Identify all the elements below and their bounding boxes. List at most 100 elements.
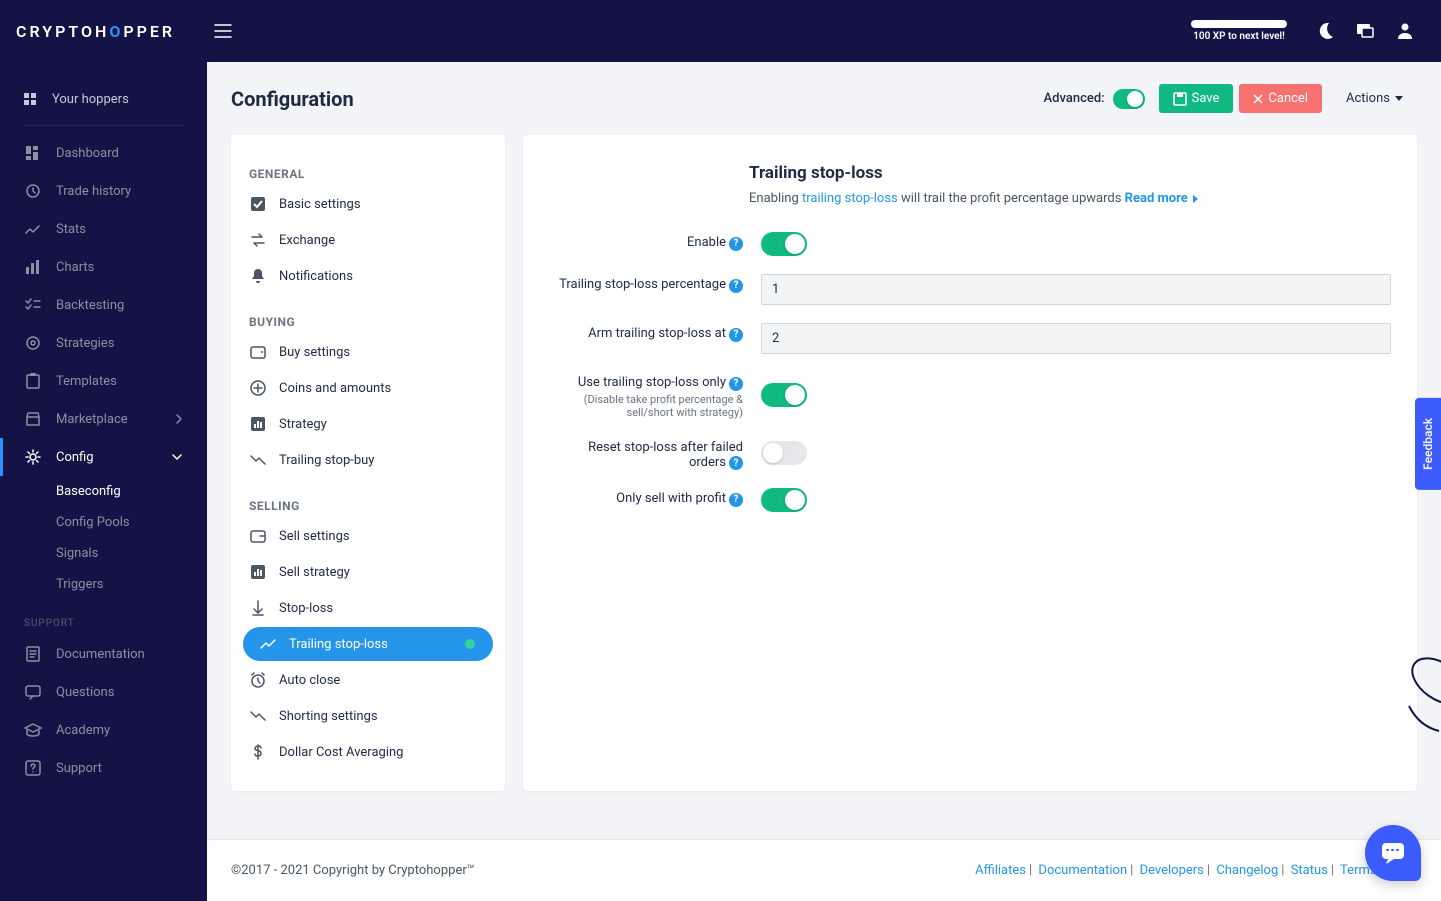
arm-tsl-input[interactable] <box>761 323 1391 354</box>
sidebar-item-label: Marketplace <box>56 412 128 427</box>
xp-area: 100 XP to next level! <box>1191 20 1287 42</box>
subnav-section-general: GENERAL <box>231 161 505 185</box>
bar-chart-square-icon <box>250 416 266 432</box>
tsl-only-toggle[interactable] <box>761 383 807 407</box>
sidebar-item-academy[interactable]: Academy <box>0 711 207 749</box>
only-sell-profit-toggle[interactable] <box>761 488 807 512</box>
help-icon[interactable]: ? <box>729 377 743 391</box>
subnav-exchange[interactable]: Exchange <box>231 223 493 257</box>
subnav-trailing-stop-buy[interactable]: Trailing stop-buy <box>231 443 493 477</box>
subnav-trailing-stop-loss[interactable]: Trailing stop-loss <box>243 627 493 661</box>
advanced-toggle[interactable]: .toggle[data-name="advanced-toggle"]::af… <box>1113 89 1145 109</box>
dark-mode-button[interactable] <box>1305 11 1345 51</box>
subnav-item-label: Auto close <box>279 673 340 688</box>
doc-icon <box>26 646 40 662</box>
subnav-item-label: Exchange <box>279 233 335 248</box>
profile-button[interactable] <box>1385 11 1425 51</box>
sidebar-item-label: Charts <box>56 260 94 275</box>
wallet-icon <box>250 344 266 360</box>
subnav-sell-settings[interactable]: Sell settings <box>231 519 493 553</box>
sidebar-sub-triggers[interactable]: Triggers <box>0 569 207 600</box>
enable-toggle[interactable] <box>761 232 807 256</box>
sidebar-item-label: Questions <box>56 685 114 700</box>
subnav-section-selling: SELLING <box>231 493 505 517</box>
sidebar-item-trade-history[interactable]: Trade history <box>0 172 207 210</box>
plus-circle-icon <box>250 380 266 396</box>
tsl-percent-input[interactable] <box>761 274 1391 305</box>
help-icon[interactable]: ? <box>729 279 743 293</box>
panel-sub-link[interactable]: trailing stop-loss <box>802 191 898 206</box>
help-icon[interactable]: ? <box>729 328 743 342</box>
caret-down-icon <box>1395 96 1403 101</box>
swap-icon <box>250 233 266 247</box>
footer-link-changelog[interactable]: Changelog <box>1216 863 1278 878</box>
sidebar-sub-config-pools[interactable]: Config Pools <box>0 507 207 538</box>
footer-link-documentation[interactable]: Documentation <box>1038 863 1127 878</box>
checklist-icon <box>25 297 41 313</box>
status-dot-icon <box>465 639 475 649</box>
subnav-item-label: Sell strategy <box>279 565 350 580</box>
help-icon[interactable]: ? <box>729 456 743 470</box>
panel-title: Trailing stop-loss <box>749 163 1391 183</box>
sidebar-item-backtesting[interactable]: Backtesting <box>0 286 207 324</box>
sidebar-sub-signals[interactable]: Signals <box>0 538 207 569</box>
save-button[interactable]: Save <box>1159 84 1234 113</box>
hamburger-icon <box>214 24 232 38</box>
subnav-dca[interactable]: Dollar Cost Averaging <box>231 735 493 769</box>
subnav-auto-close[interactable]: Auto close <box>231 663 493 697</box>
sidebar-item-marketplace[interactable]: Marketplace <box>0 400 207 438</box>
chat-widget-button[interactable] <box>1365 825 1421 881</box>
sidebar-item-label: Dashboard <box>56 146 119 161</box>
read-more-link[interactable]: Read more <box>1125 191 1188 206</box>
help-icon[interactable]: ? <box>729 493 743 507</box>
xp-text: 100 XP to next level! <box>1191 31 1287 42</box>
footer-link-affiliates[interactable]: Affiliates <box>975 863 1026 878</box>
advanced-label: Advanced: <box>1044 91 1105 106</box>
sidebar-item-label: Stats <box>56 222 86 237</box>
sidebar-item-documentation[interactable]: Documentation <box>0 635 207 673</box>
sidebar-item-stats[interactable]: Stats <box>0 210 207 248</box>
sidebar-item-questions[interactable]: Questions <box>0 673 207 711</box>
sidebar-item-dashboard[interactable]: Dashboard <box>0 134 207 172</box>
sidebar-hoppers-label: Your hoppers <box>52 92 129 107</box>
subnav-shorting-settings[interactable]: Shorting settings <box>231 699 493 733</box>
menu-toggle-button[interactable] <box>203 11 243 51</box>
message-icon <box>25 684 41 700</box>
help-icon[interactable]: ? <box>729 237 743 251</box>
moon-icon <box>1315 21 1335 41</box>
clipboard-icon <box>26 373 40 389</box>
save-icon <box>1173 92 1187 106</box>
subnav-strategy[interactable]: Strategy <box>231 407 493 441</box>
bar-chart-icon <box>26 260 40 274</box>
subnav-stop-loss[interactable]: Stop-loss <box>231 591 493 625</box>
cancel-button[interactable]: Cancel <box>1239 84 1322 113</box>
only-sublabel: (Disable take profit percentage & sell/s… <box>549 393 743 419</box>
sidebar-item-strategies[interactable]: Strategies <box>0 324 207 362</box>
sidebar-hoppers-header[interactable]: Your hoppers <box>0 82 207 117</box>
sidebar-item-charts[interactable]: Charts <box>0 248 207 286</box>
subnav-basic-settings[interactable]: Basic settings <box>231 187 493 221</box>
target-icon <box>25 335 41 351</box>
subnav-buy-settings[interactable]: Buy settings <box>231 335 493 369</box>
subnav-notifications[interactable]: Notifications <box>231 259 493 293</box>
bell-icon <box>251 268 265 284</box>
subnav-section-buying: BUYING <box>231 309 505 333</box>
sidebar-sub-baseconfig[interactable]: Baseconfig <box>0 476 207 507</box>
wallet-out-icon <box>250 528 266 544</box>
reset-stoploss-toggle[interactable] <box>761 441 807 465</box>
subnav-coins-amounts[interactable]: Coins and amounts <box>231 371 493 405</box>
actions-dropdown[interactable]: Actions <box>1332 84 1417 113</box>
sidebar-item-config[interactable]: Config <box>0 438 207 476</box>
subnav-sell-strategy[interactable]: Sell strategy <box>231 555 493 589</box>
main-area: Configuration Advanced: .toggle[data-nam… <box>207 62 1441 901</box>
chat-button[interactable] <box>1345 11 1385 51</box>
sidebar-section-support: SUPPORT <box>0 600 207 635</box>
footer-link-status[interactable]: Status <box>1291 863 1328 878</box>
sidebar-item-support[interactable]: Support <box>0 749 207 787</box>
page-header: Configuration Advanced: .toggle[data-nam… <box>207 62 1441 135</box>
footer-link-developers[interactable]: Developers <box>1140 863 1204 878</box>
only-label: Use trailing stop-loss only <box>578 375 726 390</box>
feedback-tab[interactable]: Feedback <box>1415 398 1441 490</box>
reset-label: Reset stop-loss after failed orders <box>588 440 743 470</box>
sidebar-item-templates[interactable]: Templates <box>0 362 207 400</box>
